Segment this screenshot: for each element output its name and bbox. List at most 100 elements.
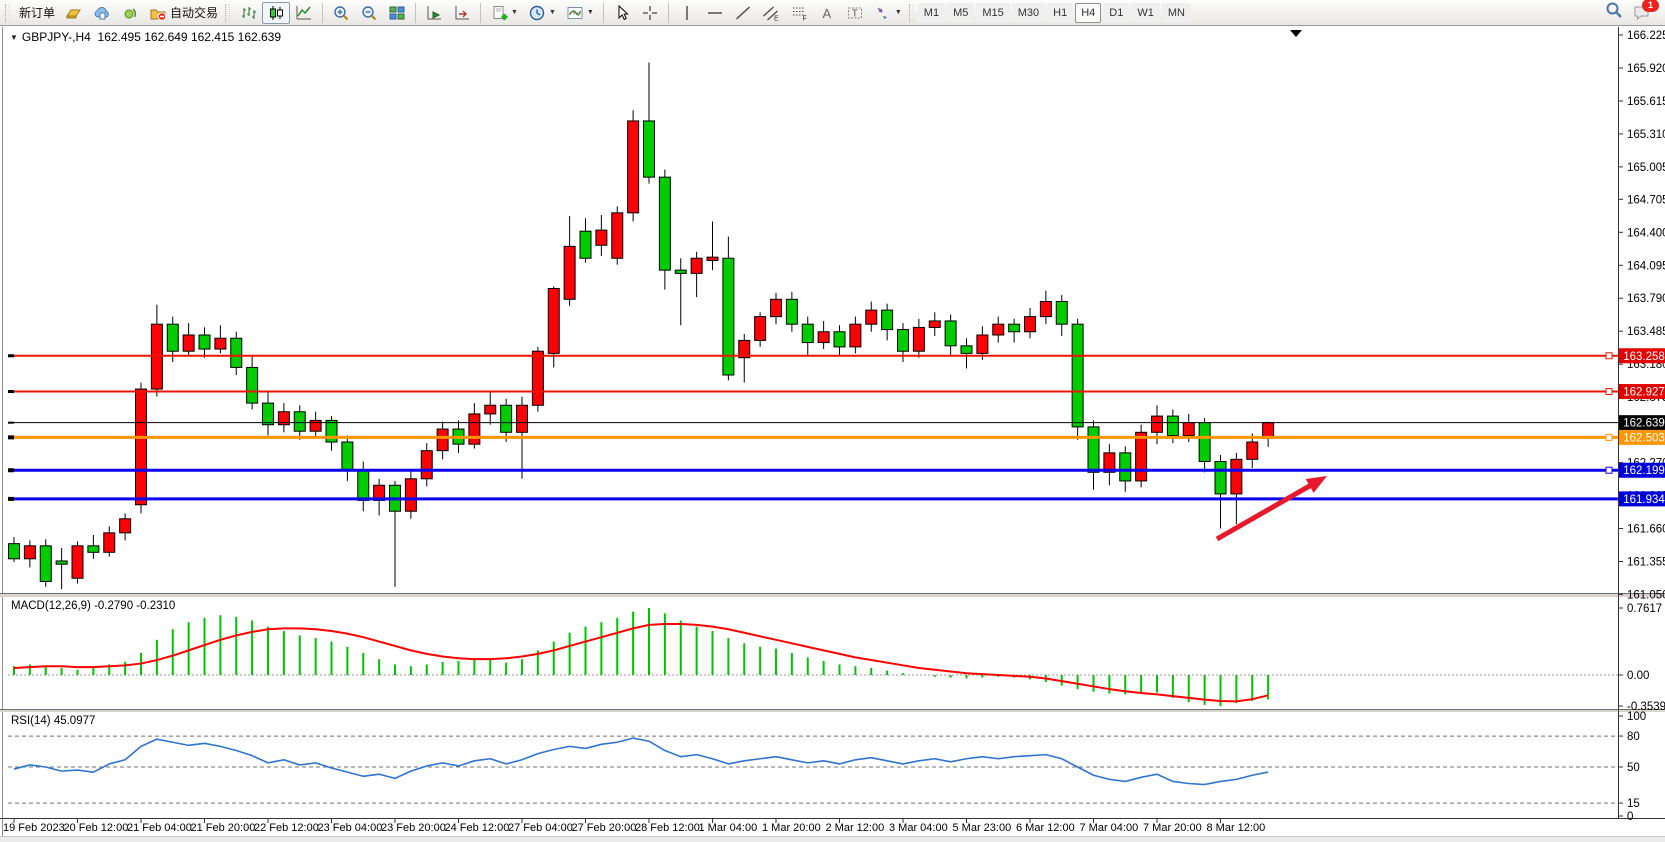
- templates-button[interactable]: ▼: [485, 2, 523, 24]
- market-watch-button[interactable]: [60, 2, 88, 24]
- candlestick-chart-button[interactable]: [262, 2, 290, 24]
- time-tick-label: 7 Mar 20:00: [1143, 822, 1202, 834]
- candle: [1136, 432, 1147, 481]
- candle: [929, 321, 940, 327]
- candle: [1247, 442, 1258, 459]
- hline-handle[interactable]: [1606, 389, 1612, 395]
- notifications-button[interactable]: 1: [1632, 3, 1652, 23]
- rsi-tick-label: 50: [1627, 762, 1640, 774]
- chart-shift-icon: [453, 4, 471, 22]
- candle: [231, 338, 242, 367]
- price-tick-label: 165.920: [1627, 63, 1665, 75]
- toolbar-grip[interactable]: [909, 4, 914, 22]
- new-order-button[interactable]: 新订单: [14, 2, 60, 24]
- equidistant-channel-button[interactable]: E: [757, 2, 785, 24]
- auto-scroll-button[interactable]: [420, 2, 448, 24]
- candle: [977, 335, 988, 353]
- candle: [628, 121, 639, 213]
- zoom-out-button[interactable]: [355, 2, 383, 24]
- macd-axis-ticks: 0.76170.00-0.3539: [1618, 603, 1665, 713]
- text-label-icon: T: [846, 4, 864, 22]
- timeframe-button-m15[interactable]: M15: [976, 3, 1009, 23]
- toolbar-grip[interactable]: [225, 4, 230, 22]
- tile-windows-button[interactable]: [383, 2, 411, 24]
- splitter-macd-rsi[interactable]: [0, 710, 1665, 712]
- price-tick-label: 164.095: [1627, 260, 1665, 272]
- periods-button[interactable]: ▼: [523, 2, 561, 24]
- candle: [898, 330, 909, 352]
- rsi-tick-label: 15: [1627, 798, 1640, 810]
- timeframe-button-m1[interactable]: M1: [918, 3, 945, 23]
- timeframe-button-m30[interactable]: M30: [1012, 3, 1045, 23]
- arrows-button[interactable]: ▼: [869, 2, 907, 24]
- candle: [263, 403, 274, 425]
- candle: [40, 546, 51, 582]
- candle: [1183, 423, 1194, 436]
- toolbar: 新订单 自动交易: [0, 0, 1665, 26]
- candle: [1088, 427, 1099, 472]
- candle: [1056, 301, 1067, 324]
- time-tick-label: 21 Feb 04:00: [127, 822, 192, 834]
- timeframe-group: M1M5M15M30H1H4D1W1MN: [918, 3, 1191, 23]
- trendline-button[interactable]: [729, 2, 757, 24]
- hline-handle[interactable]: [1606, 467, 1612, 473]
- separator: [668, 3, 669, 23]
- text-icon: A: [818, 4, 836, 22]
- timeframe-button-h1[interactable]: H1: [1047, 3, 1073, 23]
- candle: [120, 519, 131, 533]
- candle: [850, 324, 861, 347]
- auto-trading-button[interactable]: 自动交易: [144, 2, 223, 24]
- zoom-out-icon: [360, 4, 378, 22]
- indicators-button[interactable]: ▼: [561, 2, 599, 24]
- fibonacci-button[interactable]: F: [785, 2, 813, 24]
- cursor-icon: [613, 4, 631, 22]
- chart-shift-button[interactable]: [448, 2, 476, 24]
- alerts-button[interactable]: [116, 2, 144, 24]
- toolbar-grip[interactable]: [5, 4, 10, 22]
- indicators-icon: [566, 4, 584, 22]
- vertical-line-button[interactable]: [673, 2, 701, 24]
- bar-chart-button[interactable]: [234, 2, 262, 24]
- splitter-main-macd[interactable]: [0, 594, 1665, 597]
- timeframe-button-m5[interactable]: M5: [947, 3, 974, 23]
- svg-text:T: T: [852, 8, 858, 19]
- clock-icon: [528, 4, 546, 22]
- candle: [501, 405, 512, 432]
- timeframe-button-h4[interactable]: H4: [1075, 3, 1101, 23]
- timeframe-button-mn[interactable]: MN: [1162, 3, 1191, 23]
- timeframe-button-w1[interactable]: W1: [1131, 3, 1160, 23]
- candle: [1199, 423, 1210, 462]
- price-tick-label: 165.310: [1627, 129, 1665, 141]
- separator: [480, 3, 481, 23]
- crosshair-button[interactable]: [636, 2, 664, 24]
- line-chart-button[interactable]: [290, 2, 318, 24]
- separator: [603, 3, 604, 23]
- time-tick-label: 24 Feb 12:00: [445, 822, 510, 834]
- chart-canvas[interactable]: 166.225165.920165.615165.310165.005164.7…: [0, 0, 1665, 842]
- hline-price-label: 161.934: [1623, 494, 1665, 506]
- text-label-button[interactable]: T: [841, 2, 869, 24]
- cursor-button[interactable]: [608, 2, 636, 24]
- horizontal-line-button[interactable]: [701, 2, 729, 24]
- candlestick-icon: [267, 4, 285, 22]
- community-button[interactable]: [88, 2, 116, 24]
- separator: [415, 3, 416, 23]
- arrow-annotation-head[interactable]: [1306, 476, 1327, 493]
- collapse-triangle-icon[interactable]: ▼: [10, 33, 18, 42]
- svg-text:A: A: [822, 6, 831, 21]
- search-icon[interactable]: [1604, 0, 1624, 25]
- toolbar-right: 1: [1604, 0, 1662, 25]
- timeframe-button-d1[interactable]: D1: [1103, 3, 1129, 23]
- candle: [247, 367, 258, 403]
- price-tick-label: 164.400: [1627, 227, 1665, 239]
- rsi-line: [14, 738, 1268, 784]
- auto-scroll-icon: [425, 4, 443, 22]
- chevron-down-icon: ▼: [895, 9, 902, 16]
- vertical-line-icon: [678, 4, 696, 22]
- text-button[interactable]: A: [813, 2, 841, 24]
- hline-handle[interactable]: [1606, 353, 1612, 359]
- time-tick-label: 1 Mar 04:00: [699, 822, 758, 834]
- chart-shift-marker-icon[interactable]: [1290, 30, 1302, 37]
- hline-handle[interactable]: [1606, 434, 1612, 440]
- zoom-in-button[interactable]: [327, 2, 355, 24]
